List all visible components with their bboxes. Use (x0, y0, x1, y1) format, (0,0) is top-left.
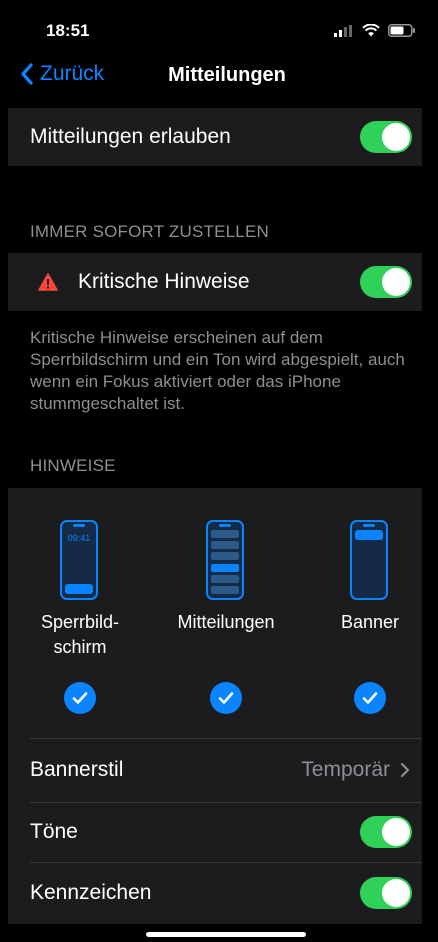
status-time: 18:51 (46, 21, 90, 40)
critical-alerts-label: Kritische Hinweise (78, 270, 250, 293)
notification-center-checkmark (210, 682, 242, 714)
allow-notifications-group: Mitteilungen erlauben (8, 108, 422, 166)
home-indicator (146, 932, 306, 937)
banner-preview (350, 520, 388, 600)
page-title: Mitteilungen (168, 64, 286, 86)
lockscreen-label-line1: Sperrbild- (40, 612, 120, 632)
sounds-row: Töne (8, 802, 422, 862)
banner-style-row[interactable]: Bannerstil Temporär (8, 738, 422, 802)
alert-style-notification-center[interactable]: Mitteilungen (166, 488, 286, 738)
alert-style-lockscreen[interactable]: 09:41 Sperrbild- schirm (20, 488, 140, 738)
allow-notifications-row: Mitteilungen erlauben (8, 108, 422, 166)
battery-icon (388, 24, 415, 37)
alert-style-picker: 09:41 Sperrbild- schirm Mitteilungen Ban… (8, 488, 422, 738)
lockscreen-preview: 09:41 (60, 520, 98, 600)
lockscreen-label-line2: schirm (53, 637, 107, 657)
critical-alerts-footer: Kritische Hinweise erscheinen auf dem Sp… (30, 328, 405, 413)
warning-icon (38, 273, 58, 291)
sounds-label: Töne (30, 820, 78, 843)
wifi-icon (362, 24, 380, 37)
badges-toggle[interactable] (360, 877, 412, 909)
badges-row: Kennzeichen (8, 862, 422, 924)
lockscreen-checkmark (64, 682, 96, 714)
section-header-immediate: IMMER SOFORT ZUSTELLEN (30, 222, 269, 241)
banner-checkmark (354, 682, 386, 714)
cellular-signal-icon (334, 24, 352, 37)
critical-alerts-group: Kritische Hinweise (8, 253, 422, 311)
allow-notifications-toggle[interactable] (360, 121, 412, 153)
notification-center-preview (206, 520, 244, 600)
allow-notifications-label: Mitteilungen erlauben (30, 125, 231, 148)
critical-alerts-toggle[interactable] (360, 266, 412, 298)
banner-label: Banner (340, 612, 400, 632)
banner-style-value: Temporär (301, 758, 390, 781)
sounds-toggle[interactable] (360, 816, 412, 848)
critical-alerts-row: Kritische Hinweise (8, 253, 422, 311)
navigation-bar: Zurück Mitteilungen (0, 58, 438, 100)
chevron-right-icon (400, 762, 410, 778)
status-icons (334, 24, 416, 37)
lockscreen-preview-time: 09:41 (67, 533, 91, 543)
notification-center-label: Mitteilungen (177, 612, 275, 632)
checkmark-icon (362, 692, 378, 704)
status-bar: 18:51 (0, 0, 438, 58)
badges-label: Kennzeichen (30, 881, 152, 904)
section-header-alerts: HINWEISE (30, 456, 116, 475)
checkmark-icon (72, 692, 88, 704)
alert-style-banner[interactable]: Banner (310, 488, 430, 738)
banner-style-label: Bannerstil (30, 758, 124, 781)
alerts-group: 09:41 Sperrbild- schirm Mitteilungen Ban… (8, 488, 422, 924)
checkmark-icon (218, 692, 234, 704)
